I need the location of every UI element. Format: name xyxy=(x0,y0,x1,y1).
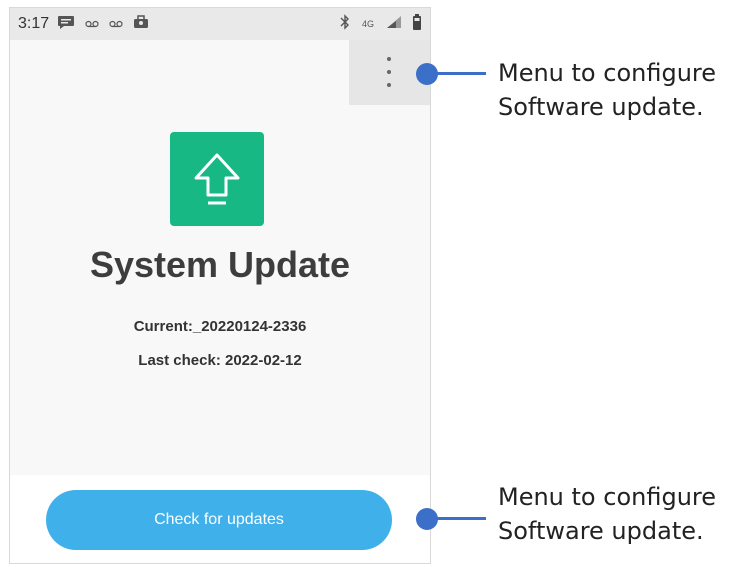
callout-top-line xyxy=(436,72,486,75)
battery-icon xyxy=(412,13,422,35)
callout-bottom-line1: Menu to configure xyxy=(498,483,717,511)
upload-arrow-icon xyxy=(170,132,264,226)
voicemail-icon xyxy=(109,15,123,33)
network-label: 4G xyxy=(361,18,374,29)
status-bar: 3:17 4G xyxy=(10,8,430,40)
status-right-icons: 4G xyxy=(340,8,422,40)
last-check: Last check: 2022-02-12 xyxy=(138,352,302,369)
callout-top-line1: Menu to configure xyxy=(498,59,717,87)
message-icon xyxy=(57,15,75,34)
signal-icon xyxy=(386,15,402,34)
current-version: Current:_20220124-2336 xyxy=(133,318,307,335)
callout-bottom-text: Menu to configure Software update. xyxy=(498,480,716,548)
page-title: System Update xyxy=(89,244,351,285)
more-vert-icon[interactable] xyxy=(386,57,392,87)
lte-4g-icon: 4G xyxy=(360,18,376,29)
briefcase-icon xyxy=(133,14,149,34)
check-for-updates-button[interactable]: Check for updates xyxy=(46,490,392,550)
callout-top-dot xyxy=(416,63,438,85)
callout-top-line2: Software update. xyxy=(498,93,704,121)
status-time: 3:17 xyxy=(18,15,50,32)
voicemail-icon xyxy=(85,15,99,33)
callout-bottom-line xyxy=(436,517,486,520)
phone-screen: 3:17 4G System Update Current:_20220124-… xyxy=(10,8,430,563)
callout-bottom-line2: Software update. xyxy=(498,517,704,545)
bluetooth-icon xyxy=(340,13,350,35)
callout-top-text: Menu to configure Software update. xyxy=(498,56,716,124)
callout-bottom-dot xyxy=(416,508,438,530)
bottom-bar: Check for updates xyxy=(10,475,430,563)
